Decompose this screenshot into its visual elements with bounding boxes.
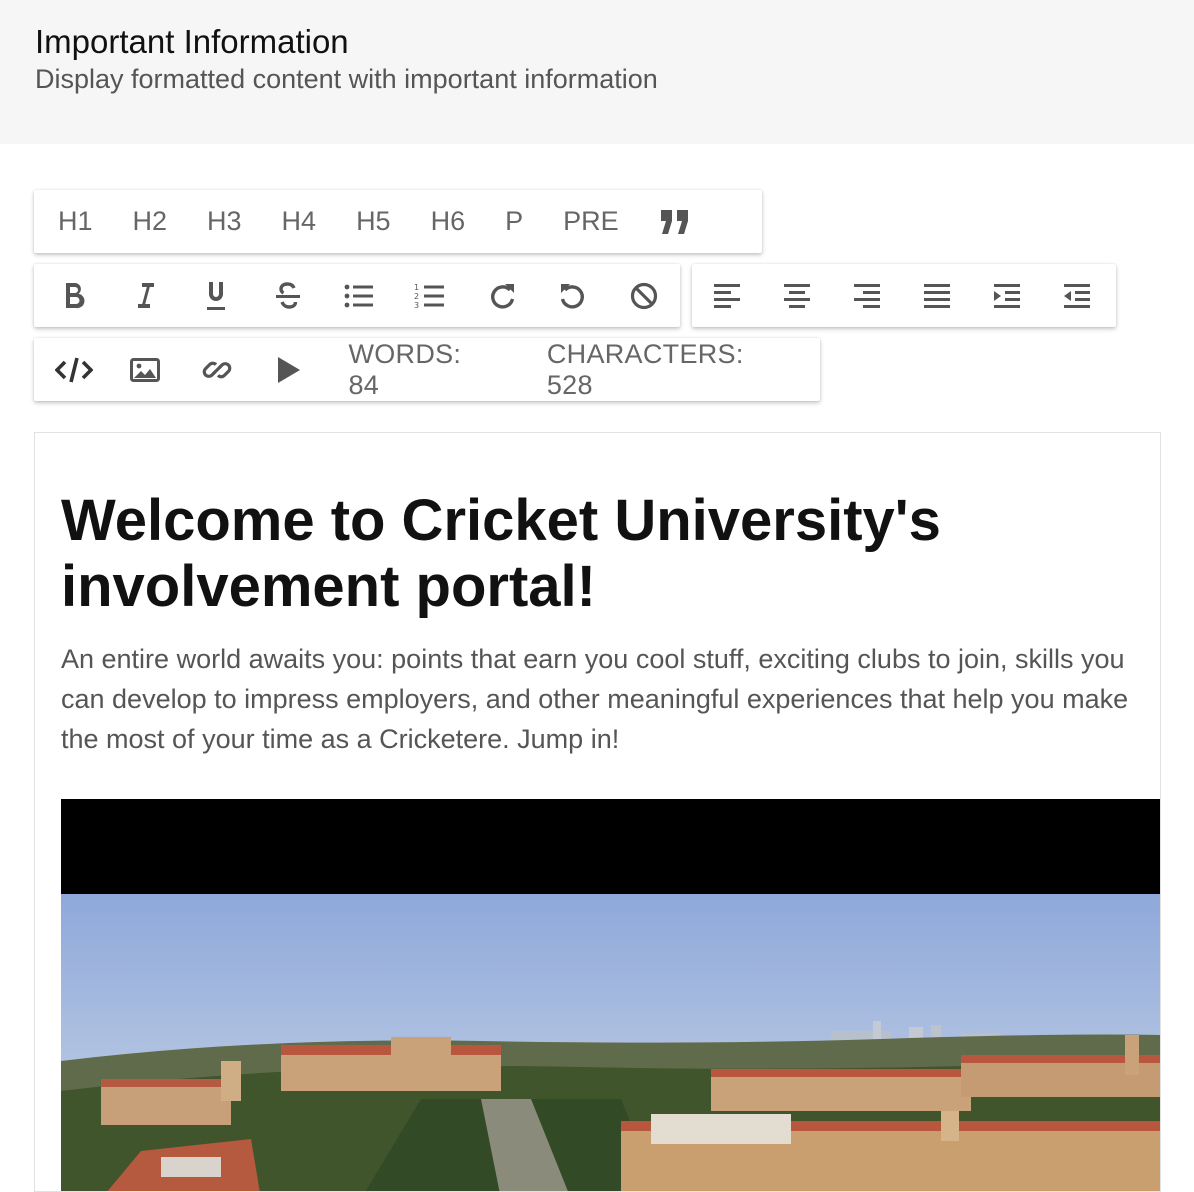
pre-button[interactable]: PRE (543, 190, 639, 253)
undo-button[interactable] (537, 264, 608, 327)
undo-icon (560, 283, 584, 309)
page-title: Important Information (35, 23, 349, 60)
content-heading: Welcome to Cricket University's involvem… (61, 488, 941, 619)
paragraph-button[interactable]: P (485, 190, 543, 253)
insert-video-button[interactable] (253, 338, 325, 401)
h5-button[interactable]: H5 (336, 190, 411, 253)
indent-button[interactable] (972, 264, 1042, 327)
align-right-button[interactable] (832, 264, 902, 327)
clear-format-icon (631, 282, 658, 309)
media-toolbar: WORDS: 84 CHARACTERS: 528 (34, 338, 820, 401)
svg-text:2: 2 (414, 292, 419, 301)
outdent-button[interactable] (1042, 264, 1112, 327)
italic-icon (137, 282, 154, 308)
numbered-list-button[interactable]: 1 2 3 (395, 264, 466, 327)
word-count: WORDS: 84 (348, 338, 462, 400)
campus-aerial-image (61, 799, 1160, 1191)
clear-format-button[interactable] (609, 264, 680, 327)
campus-photo (61, 799, 1160, 1191)
editor-content[interactable]: Welcome to Cricket University's involvem… (34, 432, 1161, 1192)
link-icon (202, 361, 232, 378)
align-toolbar (692, 264, 1116, 327)
h2-button[interactable]: H2 (113, 190, 188, 253)
align-left-button[interactable] (692, 264, 762, 327)
heading-toolbar: H1 H2 H3 H4 H5 H6 P PRE (34, 190, 762, 253)
underline-button[interactable] (181, 264, 252, 327)
svg-text:1: 1 (414, 283, 419, 292)
image-icon (130, 357, 161, 382)
insert-image-button[interactable] (110, 338, 182, 401)
strikethrough-button[interactable] (252, 264, 323, 327)
align-right-icon (854, 283, 880, 308)
character-count: CHARACTERS: 528 (546, 338, 744, 400)
redo-button[interactable] (466, 264, 537, 327)
insert-link-button[interactable] (181, 338, 253, 401)
svg-text:3: 3 (414, 301, 419, 310)
h6-button[interactable]: H6 (411, 190, 486, 253)
align-center-button[interactable] (762, 264, 832, 327)
h3-button[interactable]: H3 (187, 190, 262, 253)
blockquote-button[interactable] (639, 190, 711, 253)
play-icon (277, 356, 300, 383)
numbered-list-icon: 1 2 3 (414, 283, 445, 310)
outdent-icon (1064, 283, 1090, 308)
bulleted-list-button[interactable] (323, 264, 394, 327)
bold-icon (65, 282, 85, 308)
align-left-icon (714, 283, 740, 308)
align-justify-button[interactable] (902, 264, 972, 327)
bold-button[interactable] (38, 264, 109, 327)
format-toolbar: 1 2 3 (34, 264, 680, 327)
align-justify-icon (924, 283, 950, 308)
underline-icon (207, 281, 226, 310)
strikethrough-icon (275, 281, 300, 309)
align-center-icon (784, 283, 810, 308)
page-subtitle: Display formatted content with important… (35, 64, 658, 94)
redo-icon (490, 283, 514, 309)
code-view-button[interactable] (38, 338, 110, 401)
italic-button[interactable] (109, 264, 180, 327)
bulleted-list-icon (344, 284, 373, 307)
page-header: Important Information Display formatted … (0, 0, 1194, 144)
quote-icon (660, 209, 688, 234)
indent-icon (994, 283, 1020, 308)
h1-button[interactable]: H1 (38, 190, 113, 253)
h4-button[interactable]: H4 (262, 190, 337, 253)
content-paragraph: An entire world awaits you: points that … (61, 644, 1129, 754)
code-icon (54, 357, 93, 382)
